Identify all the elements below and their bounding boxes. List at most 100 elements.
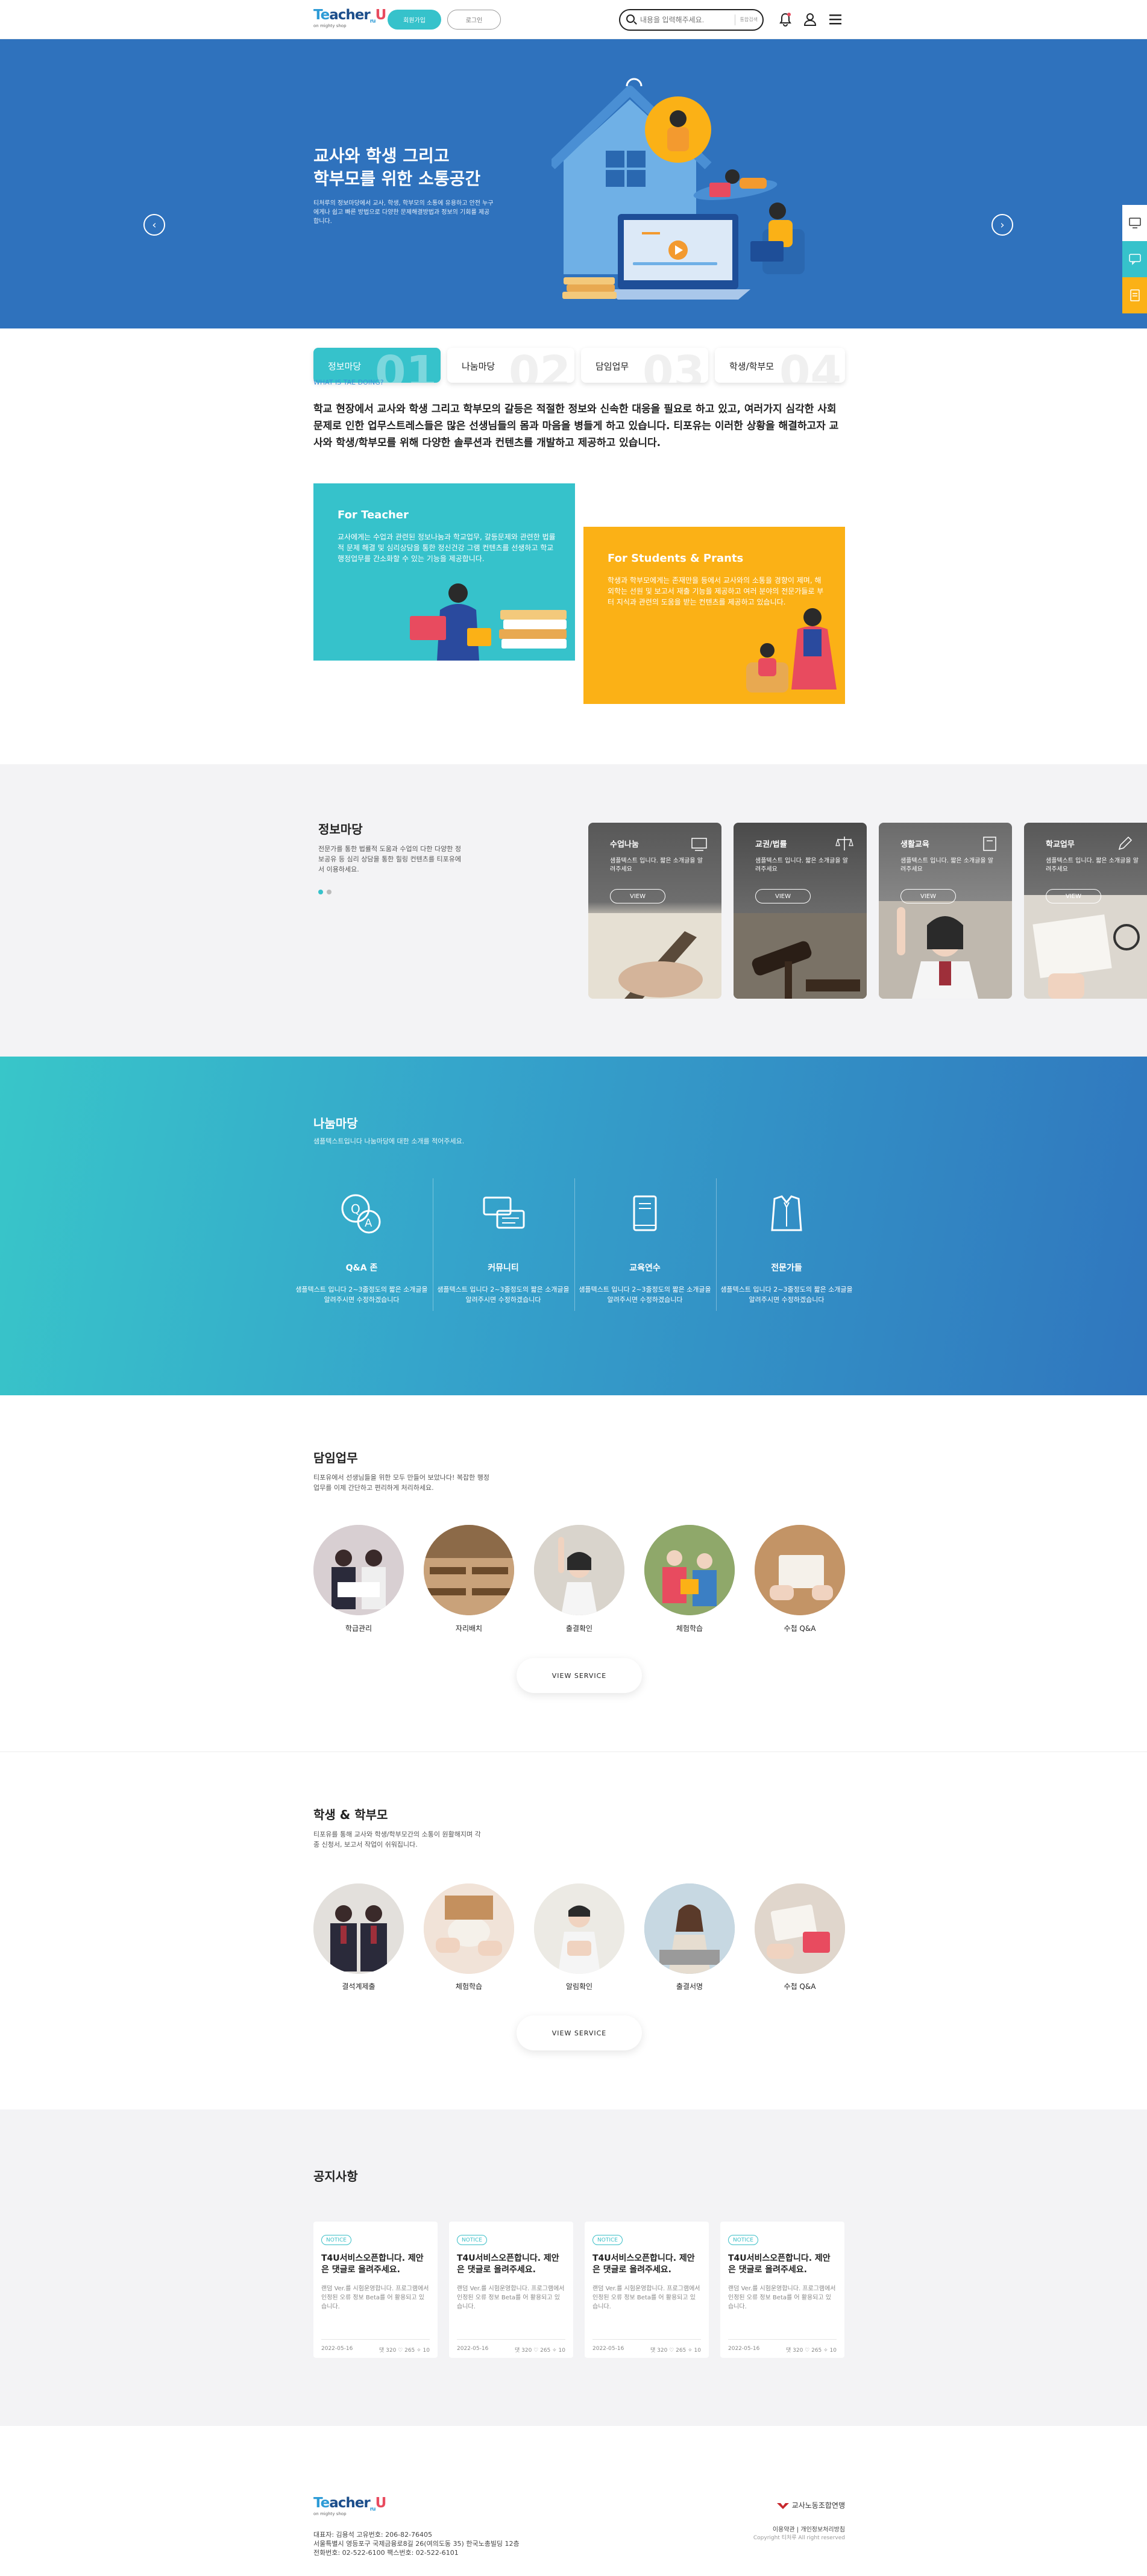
notice-card[interactable]: NOTICE T4U서비스오픈합니다. 제안은 댓글로 올려주세요. 랜덤 Ve… bbox=[585, 2222, 709, 2358]
share-title: 나눔마당 bbox=[313, 1116, 358, 1131]
info-title: 정보마당 bbox=[318, 822, 363, 837]
book-icon bbox=[633, 1195, 657, 1231]
notice-card[interactable]: NOTICE T4U서비스오픈합니다. 제안은 댓글로 올려주세요. 랜덤 Ve… bbox=[313, 2222, 438, 2358]
slider-dot-active[interactable] bbox=[318, 890, 323, 894]
homeroom-item-class[interactable] bbox=[313, 1525, 404, 1615]
parents-view-service-button[interactable]: VIEW SERVICE bbox=[517, 2015, 642, 2050]
notice-card[interactable]: NOTICE T4U서비스오픈합니다. 제안은 댓글로 올려주세요. 랜덤 Ve… bbox=[449, 2222, 573, 2358]
homeroom-photo-class bbox=[313, 1525, 404, 1615]
footer-logo[interactable]: TeacherruU on mighty shop bbox=[313, 2495, 386, 2516]
info-card-life[interactable]: 생활교육 샘플텍스트 입니다. 짧은 소개글을 알려주세요 VIEW bbox=[879, 823, 1012, 999]
login-button[interactable]: 로그인 bbox=[447, 10, 501, 30]
parents-photo-notebook bbox=[755, 1883, 845, 1974]
homeroom-item-label: 출결확인 bbox=[565, 1624, 593, 1633]
hero-title: 교사와 학생 그리고 학부모를 위한 소통공간 bbox=[313, 146, 481, 189]
side-quick-menu bbox=[1122, 205, 1147, 313]
notice-stats: 댓 320 ♡ 265 ✧ 10 bbox=[379, 2348, 430, 2354]
site-logo[interactable]: TeacherruU on mighty shop bbox=[313, 7, 386, 28]
notice-title: 공지사항 bbox=[313, 2169, 358, 2184]
search-filter-dropdown[interactable]: 통합검색 bbox=[734, 14, 758, 25]
book-icon bbox=[983, 837, 996, 851]
side-quick-chat[interactable] bbox=[1122, 241, 1147, 277]
notice-date: 2022-05-16 bbox=[457, 2346, 489, 2352]
homeroom-item-label: 수첩 Q&A bbox=[784, 1624, 816, 1633]
homeroom-photo-field-trip bbox=[644, 1525, 735, 1615]
footer-company-info: 대표자: 김용석 고유번호: 206-82-76405 서울특별시 영등포구 국… bbox=[313, 2531, 520, 2557]
homeroom-item-attendance[interactable] bbox=[534, 1525, 624, 1615]
teacher-card-title: For Teacher bbox=[338, 509, 409, 521]
menu-icon[interactable] bbox=[827, 11, 844, 28]
share-section bbox=[0, 1057, 1147, 1395]
info-card-view-button[interactable]: VIEW bbox=[755, 889, 811, 903]
info-card-view-button[interactable]: VIEW bbox=[610, 889, 665, 903]
share-desc: 샘플텍스트입니다 나눔마당에 대한 소개를 적어주세요. bbox=[313, 1137, 465, 1145]
share-item-title: 커뮤니티 bbox=[488, 1263, 519, 1273]
homeroom-desc: 티포유에서 선생님들을 위한 모두 만들어 보았나다! 복잡한 행정업무를 이제… bbox=[313, 1474, 490, 1492]
share-item-experts[interactable]: 전문가들 샘플텍스트 입니다 2~3줄정도의 짧은 소개글을 알려주시면 수정하… bbox=[717, 1190, 856, 1323]
slider-dot[interactable] bbox=[327, 890, 332, 894]
student-card[interactable]: For Students & Prants 학생과 학부모에게는 존재만을 등에… bbox=[583, 527, 845, 704]
info-card-work-photo bbox=[1024, 895, 1147, 999]
notice-card-footer: 2022-05-16 댓 320 ♡ 265 ✧ 10 bbox=[457, 2339, 565, 2354]
info-card-life-photo bbox=[879, 901, 1012, 999]
join-button[interactable]: 회원가입 bbox=[388, 10, 441, 30]
hero-next-arrow[interactable]: › bbox=[991, 214, 1013, 236]
homeroom-item-seats[interactable] bbox=[424, 1525, 514, 1615]
homeroom-view-service-button[interactable]: VIEW SERVICE bbox=[517, 1658, 642, 1693]
share-divider bbox=[574, 1178, 575, 1311]
info-card-desc: 샘플텍스트 입니다. 짧은 소개글을 알려주세요 bbox=[610, 858, 703, 873]
homeroom-item-notebook-qa[interactable] bbox=[755, 1525, 845, 1615]
info-card-title: 교권/법률 bbox=[755, 840, 787, 849]
info-desc: 전문가를 통한 법률적 도움과 수업의 다한 다양한 정보공유 등 심리 상담을… bbox=[318, 845, 461, 873]
notice-card[interactable]: NOTICE T4U서비스오픈합니다. 제안은 댓글로 올려주세요. 랜덤 Ve… bbox=[720, 2222, 844, 2358]
homeroom-photo-notebook bbox=[755, 1525, 845, 1615]
parents-item-absence[interactable] bbox=[313, 1883, 404, 1974]
notice-badge: NOTICE bbox=[592, 2235, 623, 2245]
side-quick-alert[interactable] bbox=[1122, 277, 1147, 313]
search-bar[interactable]: 통합검색 bbox=[619, 9, 764, 31]
side-quick-top[interactable] bbox=[1122, 205, 1147, 241]
section-divider bbox=[0, 1751, 1147, 1752]
info-card-law[interactable]: 교권/법률 샘플텍스트 입니다. 짧은 소개글을 알려주세요 VIEW bbox=[734, 823, 867, 999]
community-icon bbox=[483, 1196, 525, 1229]
parents-photo-field-trip bbox=[424, 1883, 514, 1974]
hero-prev-arrow[interactable]: ‹ bbox=[143, 214, 165, 236]
tab-share[interactable]: 나눔마당 02 bbox=[447, 348, 574, 383]
tab-students-parents[interactable]: 학생/학부모 04 bbox=[715, 348, 845, 383]
share-item-desc: 샘플텍스트 입니다 2~3줄정도의 짧은 소개글을 알려주시면 수정하겠습니다 bbox=[295, 1286, 428, 1304]
search-input[interactable] bbox=[640, 14, 731, 26]
parents-item-field-trip[interactable] bbox=[424, 1883, 514, 1974]
share-item-qa[interactable]: QA Q&A 존 샘플텍스트 입니다 2~3줄정도의 짧은 소개글을 알려주시면… bbox=[292, 1190, 431, 1323]
info-card-view-button[interactable]: VIEW bbox=[900, 889, 956, 903]
student-illustration bbox=[746, 608, 837, 693]
svg-text:A: A bbox=[365, 1217, 372, 1230]
parents-item-sign[interactable] bbox=[644, 1883, 735, 1974]
tab-info[interactable]: 정보마당 01 bbox=[313, 348, 441, 383]
notice-card-footer: 2022-05-16 댓 320 ♡ 265 ✧ 10 bbox=[321, 2339, 430, 2354]
parents-photo-absence bbox=[313, 1883, 404, 1974]
user-icon[interactable] bbox=[802, 11, 819, 28]
notice-card-desc: 랜덤 Ver.를 시험운영합니다. 프로그램에서 인정된 오류 정보 Beta를… bbox=[592, 2285, 700, 2310]
parents-item-notebook-qa[interactable] bbox=[755, 1883, 845, 1974]
classroom-icon bbox=[691, 838, 707, 851]
notice-section bbox=[0, 2109, 1147, 2426]
share-item-training[interactable]: 교육연수 샘플텍스트 입니다 2~3줄정도의 짧은 소개글을 알려주시면 수정하… bbox=[576, 1190, 714, 1323]
homeroom-item-field-trip[interactable] bbox=[644, 1525, 735, 1615]
info-card-view-button[interactable]: VIEW bbox=[1046, 889, 1101, 903]
parents-item-notice[interactable] bbox=[534, 1883, 624, 1974]
bell-icon[interactable] bbox=[777, 11, 794, 28]
info-card-title: 수업나눔 bbox=[610, 840, 639, 849]
share-item-title: 교육연수 bbox=[629, 1263, 661, 1273]
share-item-desc: 샘플텍스트 입니다 2~3줄정도의 짧은 소개글을 알려주시면 수정하겠습니다 bbox=[720, 1286, 853, 1304]
parents-photo-sign bbox=[644, 1883, 735, 1974]
info-card-work[interactable]: 학교업무 샘플텍스트 입니다. 짧은 소개글을 알려주세요 VIEW bbox=[1024, 823, 1147, 999]
tab-homeroom[interactable]: 담임업무 03 bbox=[581, 348, 708, 383]
union-logo[interactable]: 교사노동조합연맹 bbox=[753, 2500, 845, 2510]
teacher-card-desc: 교사에게는 수업과 관련된 정보나눔과 학교업무, 갈등문제와 관련한 법률적 … bbox=[338, 533, 556, 563]
teacher-card[interactable]: For Teacher 교사에게는 수업과 관련된 정보나눔과 학교업무, 갈등… bbox=[313, 483, 575, 661]
share-item-community[interactable]: 커뮤니티 샘플텍스트 입니다 2~3줄정도의 짧은 소개글을 알려주시면 수정하… bbox=[434, 1190, 573, 1323]
info-card-class[interactable]: 수업나눔 샘플텍스트 입니다. 짧은 소개글을 알려주세요 VIEW bbox=[588, 823, 721, 999]
notice-card-title: T4U서비스오픈합니다. 제안은 댓글로 올려주세요. bbox=[592, 2254, 695, 2275]
footer-links[interactable]: 이용약관 | 개인정보처리방침 bbox=[735, 2524, 845, 2533]
search-icon[interactable] bbox=[626, 14, 635, 23]
